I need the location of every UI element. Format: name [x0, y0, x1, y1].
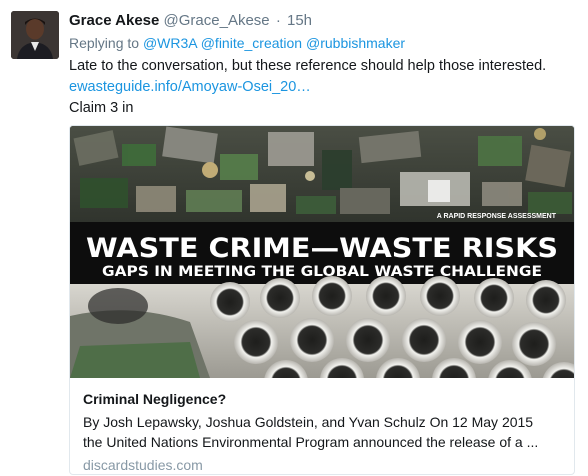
avatar[interactable] [11, 11, 59, 59]
mention-wr3a[interactable]: @WR3A [143, 35, 197, 51]
card-description: By Josh Lepawsky, Joshua Goldstein, and … [83, 412, 560, 452]
card-image-subheadline: GAPS IN MEETING THE GLOBAL WASTE CHALLEN… [102, 264, 542, 280]
author-handle[interactable]: @Grace_Akese [164, 12, 270, 29]
author-name[interactable]: Grace Akese [69, 12, 159, 29]
timestamp[interactable]: 15h [287, 12, 312, 29]
tweet-link[interactable]: ewasteguide.info/Amoyaw-Osei_20… [69, 77, 574, 98]
card-description-line: the United Nations Environmental Program… [83, 434, 539, 450]
tweet-text-line: Late to the conversation, but these refe… [69, 58, 547, 74]
card-image[interactable]: A RAPID RESPONSE ASSESSMENT WASTE CRIME—… [70, 126, 574, 378]
card-title[interactable]: Criminal Negligence? [83, 390, 560, 408]
mention-finite-creation[interactable]: @finite_creation [201, 35, 302, 51]
separator-dot: · [275, 12, 281, 29]
card-image-headline: WASTE CRIME—WASTE RISKS [86, 233, 558, 264]
card-description-line: By Josh Lepawsky, Joshua Goldstein, and … [83, 414, 534, 430]
replying-prefix: Replying to [69, 35, 140, 51]
tweet[interactable]: Grace Akese @Grace_Akese · 15h Replying … [0, 0, 588, 476]
card-body[interactable]: Criminal Negligence? By Josh Lepawsky, J… [70, 378, 574, 474]
tweet-claim-text: Claim 3 in [69, 100, 134, 116]
link-card[interactable]: A RAPID RESPONSE ASSESSMENT WASTE CRIME—… [69, 125, 575, 475]
card-domain[interactable]: discardstudies.com [83, 456, 560, 474]
replying-to: Replying to @WR3A @finite_creation @rubb… [69, 34, 405, 52]
tweet-header: Grace Akese @Grace_Akese · 15h [69, 11, 312, 31]
tweet-text: Late to the conversation, but these refe… [69, 56, 574, 119]
mention-rubbishmaker[interactable]: @rubbishmaker [306, 35, 405, 51]
card-image-kicker: A RAPID RESPONSE ASSESSMENT [437, 213, 557, 220]
